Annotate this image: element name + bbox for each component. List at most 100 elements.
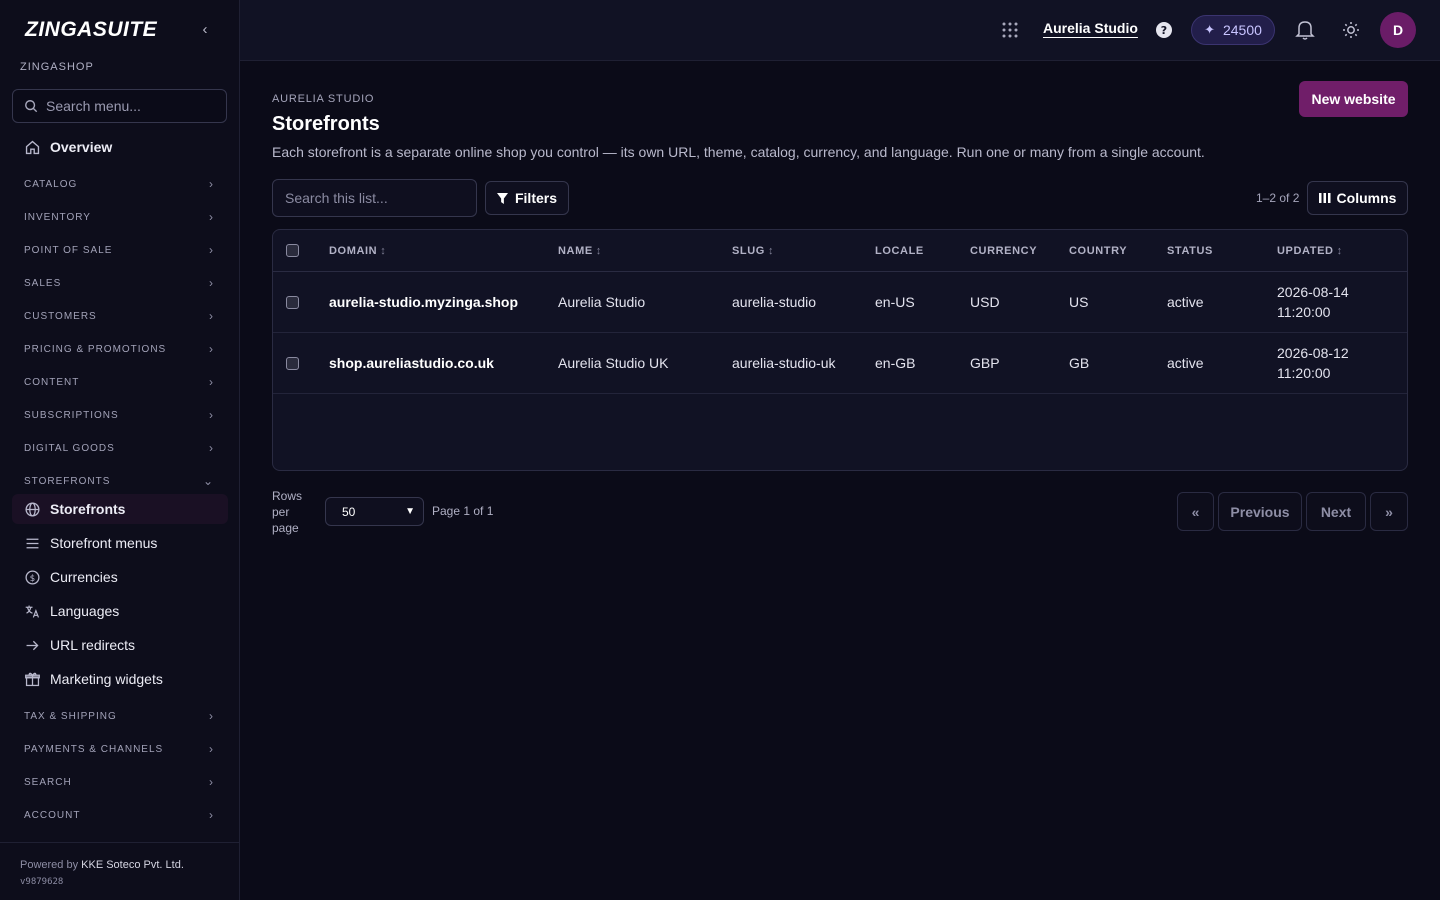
header-label: SLUG — [732, 244, 765, 257]
nav-group[interactable]: INVENTORY › — [12, 204, 228, 230]
menu-search — [12, 89, 227, 123]
row-select-cell — [286, 333, 299, 393]
cell-status: active — [1167, 294, 1204, 310]
nav-group[interactable]: TAX & SHIPPING › — [12, 703, 228, 729]
bell-icon[interactable] — [1295, 19, 1315, 41]
chevron-right-icon: › — [209, 375, 214, 389]
header-status: STATUS — [1167, 230, 1213, 271]
table-row[interactable]: shop.aureliastudio.co.uk Aurelia Studio … — [273, 333, 1407, 394]
table-header: DOMAIN ↕ NAME ↕ SLUG ↕ LOCALE CURRENCY COUN… — [273, 230, 1407, 272]
nav-group-label: INVENTORY — [24, 211, 91, 223]
updated-time: 11:20:00 — [1277, 365, 1331, 381]
cell-country: US — [1069, 294, 1089, 310]
columns-icon — [1318, 193, 1331, 203]
nav-storefront-menus[interactable]: Storefront menus — [12, 528, 228, 558]
nav-group[interactable]: CATALOG › — [12, 171, 228, 197]
chevron-right-icon: › — [209, 709, 214, 723]
row-checkbox[interactable] — [286, 295, 299, 309]
menu-search-input[interactable] — [46, 98, 216, 114]
svg-text:$: $ — [30, 573, 35, 583]
nav-group[interactable]: POINT OF SALE › — [12, 237, 228, 263]
nav-group[interactable]: DIGITAL GOODS › — [12, 435, 228, 461]
header-label: UPDATED — [1277, 244, 1334, 257]
nav-group-label: PRICING & PROMOTIONS — [24, 343, 167, 355]
nav-group-label: STOREFRONTS — [24, 475, 111, 487]
filters-button[interactable]: Filters — [485, 181, 569, 215]
nav-group-label: CUSTOMERS — [24, 310, 97, 322]
header-label: STATUS — [1167, 244, 1213, 257]
nav-group[interactable]: PAYMENTS & CHANNELS › — [12, 736, 228, 762]
table-row[interactable]: aurelia-studio.myzinga.shop Aurelia Stud… — [273, 272, 1407, 333]
nav-group[interactable]: SALES › — [12, 270, 228, 296]
filters-label: Filters — [514, 190, 557, 206]
columns-button[interactable]: Columns — [1307, 181, 1408, 215]
select-all-checkbox[interactable] — [286, 244, 299, 257]
rows-per-page-value: 50 — [342, 504, 356, 519]
cell-locale: en-US — [875, 294, 915, 310]
version-label: v9879628 — [20, 877, 64, 887]
select-all-cell — [286, 230, 299, 271]
last-page-button[interactable]: » — [1370, 492, 1408, 531]
store-switcher-link[interactable]: Aurelia Studio — [1043, 20, 1138, 36]
nav-item-label: Marketing widgets — [50, 671, 163, 687]
chevron-down-icon: ▼ — [405, 506, 415, 517]
previous-page-button[interactable]: Previous — [1218, 492, 1302, 531]
nav-group[interactable]: CUSTOMERS › — [12, 303, 228, 329]
page-info: Page 1 of 1 — [432, 504, 494, 518]
result-count: 1–2 of 2 — [1256, 191, 1300, 205]
rows-per-page-select[interactable]: 50 ▼ — [325, 497, 424, 526]
cell-domain[interactable]: aurelia-studio.myzinga.shop — [329, 272, 518, 332]
nav-marketing-widgets[interactable]: Marketing widgets — [12, 664, 228, 694]
next-page-button[interactable]: Next — [1306, 492, 1366, 531]
nav-url-redirects[interactable]: URL redirects — [12, 630, 228, 660]
nav-group-label: POINT OF SALE — [24, 244, 113, 256]
sort-icon: ↕ — [595, 244, 602, 257]
nav-item-label: Storefronts — [50, 501, 126, 517]
apps-grid-icon[interactable] — [1001, 21, 1019, 39]
collapse-sidebar-button[interactable]: ‹ — [196, 20, 214, 40]
nav-storefronts[interactable]: Storefronts — [12, 494, 228, 524]
nav-group[interactable]: ACCOUNT › — [12, 802, 228, 828]
header-name[interactable]: NAME ↕ — [558, 230, 602, 271]
nav-item-label: Languages — [50, 603, 120, 619]
header-updated[interactable]: UPDATED ↕ — [1277, 230, 1343, 271]
cell-name: Aurelia Studio — [558, 294, 646, 310]
topbar: Aurelia Studio ? ✦ 24500 D — [240, 0, 1440, 61]
sort-icon: ↕ — [380, 244, 387, 257]
company-name: KKE Soteco Pvt. Ltd. — [81, 859, 184, 871]
cell-updated: 2026-08-14 11:20:00 — [1277, 272, 1349, 332]
updated-date: 2026-08-12 — [1277, 345, 1349, 361]
first-page-button[interactable]: « — [1177, 492, 1214, 531]
nav-group[interactable]: CONTENT › — [12, 369, 228, 395]
nav-group[interactable]: SEARCH › — [12, 769, 228, 795]
nav-currencies[interactable]: $ Currencies — [12, 562, 228, 592]
nav-item-label: URL redirects — [50, 637, 136, 653]
help-icon[interactable]: ? — [1155, 21, 1173, 39]
globe-icon — [24, 501, 41, 518]
chevron-right-icon: › — [209, 441, 214, 455]
row-checkbox[interactable] — [286, 356, 299, 370]
header-locale: LOCALE — [875, 230, 924, 271]
list-search-input[interactable] — [272, 179, 477, 217]
cell-locale: en-GB — [875, 355, 916, 371]
nav-group[interactable]: SUBSCRIPTIONS › — [12, 402, 228, 428]
nav-group-storefronts[interactable]: STOREFRONTS ⌄ — [12, 468, 228, 494]
nav-group[interactable]: PRICING & PROMOTIONS › — [12, 336, 228, 362]
header-label: DOMAIN — [329, 244, 378, 257]
cell-name: Aurelia Studio UK — [558, 355, 669, 371]
filter-icon — [496, 192, 508, 204]
header-label: NAME — [558, 244, 593, 257]
search-icon — [25, 100, 38, 113]
nav-overview-label: Overview — [50, 139, 113, 155]
header-slug[interactable]: SLUG ↕ — [732, 230, 774, 271]
columns-label: Columns — [1336, 190, 1397, 206]
new-website-button[interactable]: New website — [1299, 81, 1408, 117]
cell-domain[interactable]: shop.aureliastudio.co.uk — [329, 333, 494, 393]
nav-overview[interactable]: Overview — [12, 132, 228, 162]
theme-toggle-icon[interactable] — [1341, 20, 1361, 40]
nav-languages[interactable]: Languages — [12, 596, 228, 626]
sidebar-footer: Powered by KKE Soteco Pvt. Ltd. v9879628 — [0, 842, 239, 900]
header-domain[interactable]: DOMAIN ↕ — [329, 230, 386, 271]
credits-badge[interactable]: ✦ 24500 — [1191, 15, 1275, 45]
user-avatar[interactable]: D — [1380, 12, 1416, 48]
